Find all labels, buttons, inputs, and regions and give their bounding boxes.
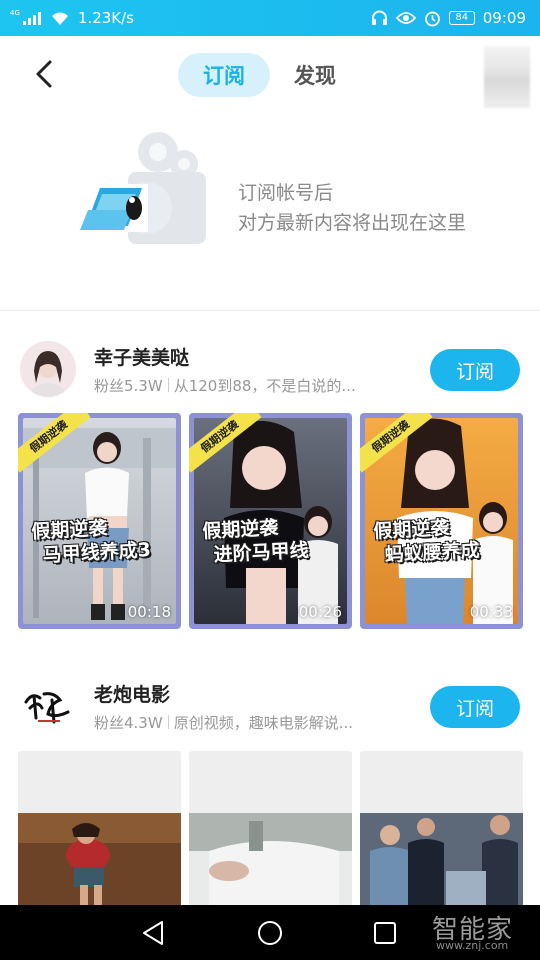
account-avatar[interactable] — [20, 678, 76, 734]
account-name[interactable]: 老炮电影 — [94, 680, 170, 707]
system-nav-bar: 智能家 www.znj.com — [0, 905, 540, 960]
thumbnail-image — [18, 751, 181, 911]
network-type: 4G — [10, 8, 20, 17]
thumbnail-title: 假期逆袭 马甲线养成3 — [30, 517, 152, 567]
divider — [0, 310, 540, 311]
subscribe-button[interactable]: 订阅 — [430, 686, 520, 728]
account-intro: 原创视频，趣味电影解说... — [173, 714, 353, 732]
video-thumbnail[interactable]: 假期逆袭 假期逆袭 马甲线养成3 00:18 — [18, 413, 181, 629]
video-thumbnails: 假期逆袭 假期逆袭 马甲线养成3 00:18 假期逆袭 假期逆袭 进阶马甲线 0… — [18, 413, 523, 629]
video-thumbnail[interactable] — [18, 751, 181, 911]
empty-state: 订阅帐号后 对方最新内容将出现在这里 — [0, 114, 540, 310]
account-avatar[interactable] — [20, 341, 76, 397]
nav-back-icon[interactable] — [140, 919, 168, 947]
empty-message-line2: 对方最新内容将出现在这里 — [238, 212, 467, 234]
headphones-icon — [371, 10, 387, 25]
header: 订阅 发现 — [0, 36, 540, 114]
user-avatar[interactable] — [484, 46, 530, 108]
video-thumbnail[interactable] — [189, 751, 352, 911]
nav-recent-apps-icon[interactable] — [372, 920, 398, 946]
subscribe-button[interactable]: 订阅 — [430, 349, 520, 391]
video-thumbnail[interactable] — [360, 751, 523, 911]
wifi-icon — [51, 12, 68, 25]
back-arrow-icon[interactable] — [28, 56, 64, 92]
video-duration: 00:18 — [127, 603, 171, 621]
video-duration: 00:33 — [469, 603, 513, 621]
tab-discover[interactable]: 发现 — [282, 53, 348, 97]
status-bar: 4G 1.23K/s 84 09:09 — [0, 0, 540, 36]
camera-illustration-icon — [80, 132, 206, 244]
thumbnail-image — [189, 751, 352, 911]
nav-home-icon[interactable] — [256, 919, 284, 947]
thumbnail-title: 假期逆袭 蚂蚁腰养成 — [372, 516, 481, 567]
alarm-icon — [424, 11, 440, 26]
video-duration: 00:26 — [298, 603, 342, 621]
watermark-url: www.znj.com — [436, 939, 509, 952]
tab-subscribe[interactable]: 订阅 — [178, 53, 270, 97]
empty-message-line1: 订阅帐号后 — [238, 182, 334, 204]
account-name[interactable]: 幸子美美哒 — [94, 343, 189, 370]
network-speed: 1.23K/s — [77, 9, 134, 27]
account-description: 粉丝5.3W 从120到88，不是白说的... — [94, 375, 394, 396]
video-thumbnails — [18, 751, 523, 911]
fans-count: 粉丝5.3W — [94, 377, 163, 395]
thumbnail-image — [360, 751, 523, 911]
battery-icon: 84 — [448, 11, 475, 25]
thumbnail-title: 假期逆袭 进阶马甲线 — [201, 516, 310, 567]
video-thumbnail[interactable]: 假期逆袭 假期逆袭 蚂蚁腰养成 00:33 — [360, 413, 523, 629]
account-description: 粉丝4.3W 原创视频，趣味电影解说... — [94, 712, 394, 733]
account-intro: 从120到88，不是白说的... — [173, 377, 356, 395]
clock: 09:09 — [482, 9, 526, 27]
fans-count: 粉丝4.3W — [94, 714, 163, 732]
signal-icon — [22, 12, 41, 25]
video-thumbnail[interactable]: 假期逆袭 假期逆袭 进阶马甲线 00:26 — [189, 413, 352, 629]
eye-icon — [395, 12, 416, 24]
